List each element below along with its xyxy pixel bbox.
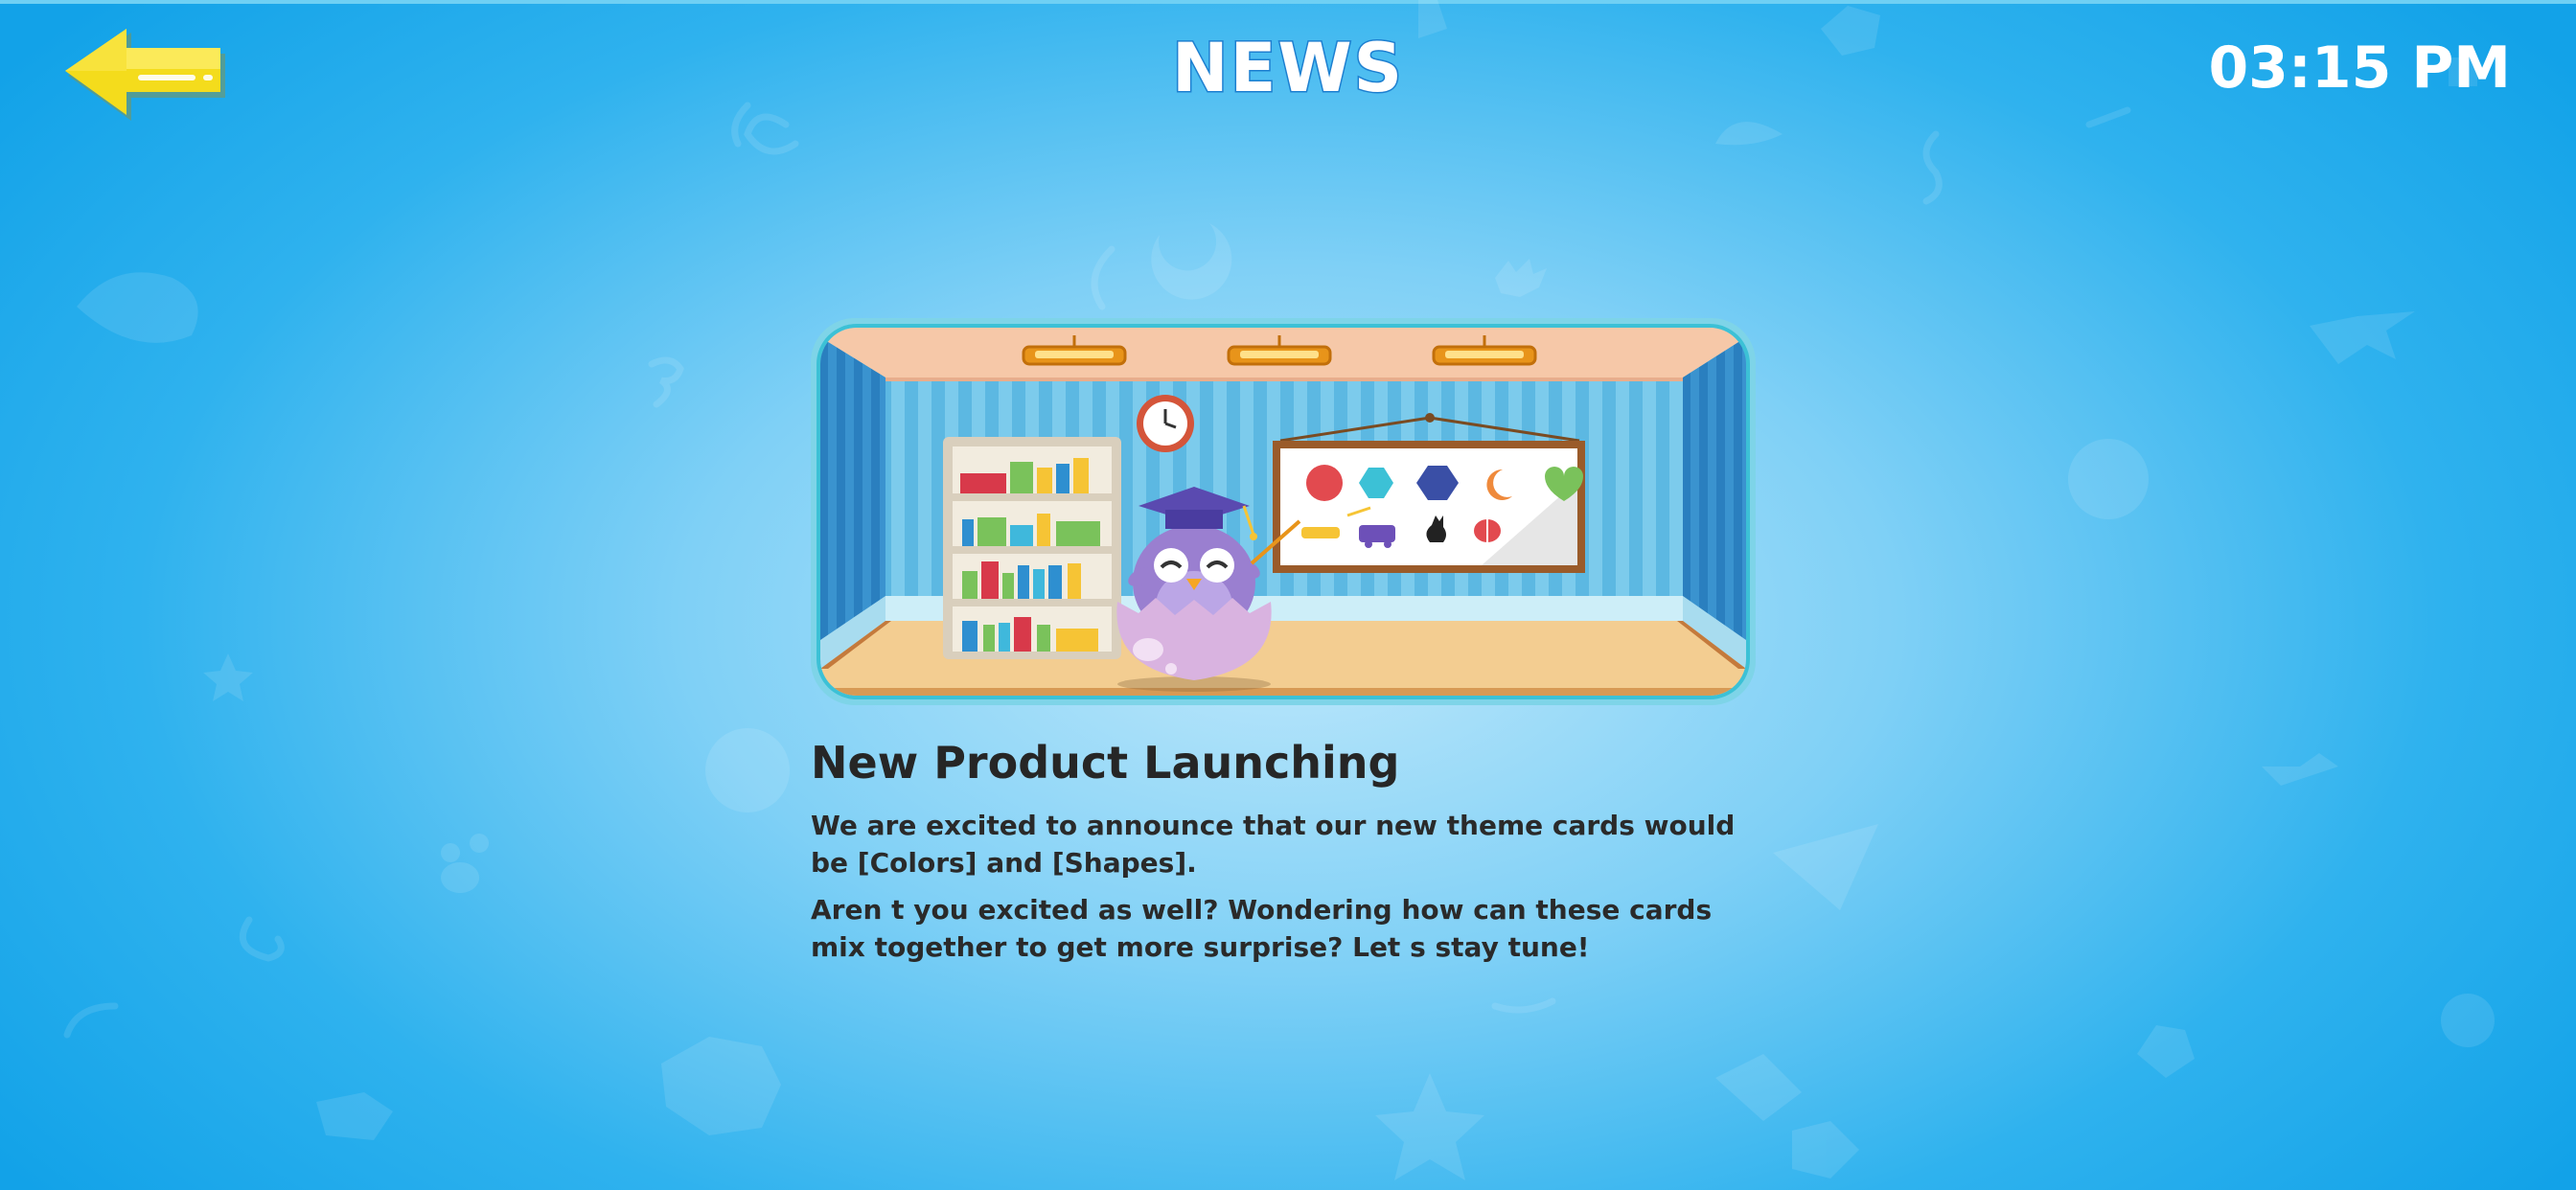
page-title: NEWS <box>1170 28 1405 109</box>
arrow-left-icon <box>65 29 225 121</box>
news-card <box>811 318 1756 705</box>
news-article: New Product Launching We are excited to … <box>811 734 1769 975</box>
clock-time: 03:15 PM <box>2208 34 2511 102</box>
back-arrow-button[interactable] <box>61 27 226 123</box>
news-paragraph: We are excited to announce that our new … <box>811 810 1736 879</box>
news-paragraph: Aren t you excited as well? Wondering ho… <box>811 894 1713 963</box>
news-headline: New Product Launching <box>811 737 1400 789</box>
owl-teacher-classroom-illustration <box>811 318 1756 705</box>
